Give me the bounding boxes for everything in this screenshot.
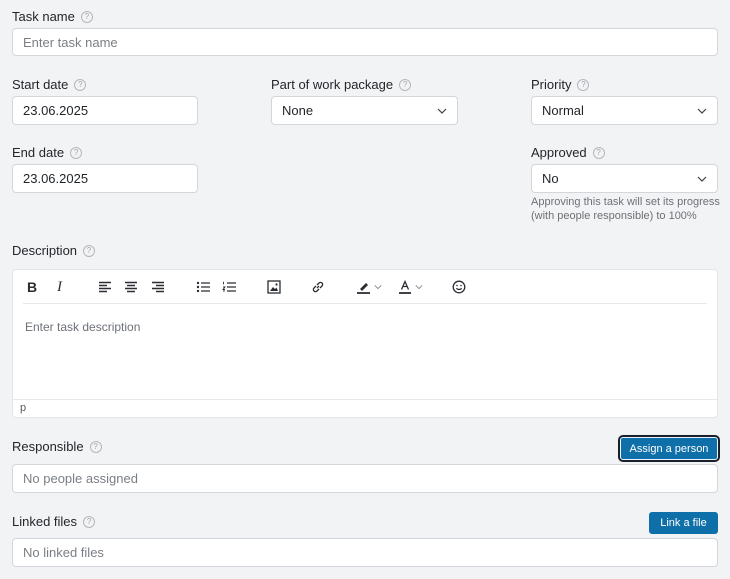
linked-files-value: No linked files	[23, 545, 104, 560]
description-label: Description ?	[12, 243, 96, 258]
italic-button[interactable]: I	[57, 278, 62, 296]
priority-label: Priority ?	[531, 77, 590, 92]
element-path[interactable]: p	[20, 402, 26, 414]
priority-select[interactable]: Normal	[531, 96, 718, 125]
chevron-down-icon	[374, 285, 382, 290]
numbered-list-icon	[221, 281, 236, 292]
align-left-button[interactable]	[97, 278, 113, 296]
approved-note-line: Approving this task will set its progres…	[531, 196, 720, 208]
linked-files-label-text: Linked files	[12, 514, 78, 529]
end-date-value: 23.06.2025	[23, 171, 89, 186]
responsible-label: Responsible ?	[12, 439, 102, 454]
align-right-icon	[152, 281, 164, 293]
start-date-label: Start date ?	[12, 77, 87, 92]
align-right-button[interactable]	[150, 278, 166, 296]
align-center-icon	[125, 281, 137, 293]
task-name-label: Task name ?	[12, 9, 93, 24]
responsible-value: No people assigned	[23, 471, 138, 486]
bullet-list-button[interactable]	[195, 278, 211, 296]
chevron-down-icon	[697, 108, 707, 114]
help-icon[interactable]: ?	[83, 244, 96, 257]
font-color-button[interactable]	[395, 278, 425, 296]
linked-files-field: No linked files	[12, 538, 718, 567]
start-date-label-text: Start date	[12, 77, 69, 92]
emoji-button[interactable]	[451, 278, 467, 296]
align-center-button[interactable]	[123, 278, 139, 296]
task-name-label-text: Task name	[12, 9, 75, 24]
priority-value: Normal	[542, 103, 584, 118]
help-icon[interactable]: ?	[577, 78, 590, 91]
insert-link-button[interactable]	[310, 278, 326, 296]
task-name-placeholder: Enter task name	[23, 34, 118, 50]
approved-value: No	[542, 171, 559, 186]
font-color-icon	[398, 280, 411, 294]
responsible-field: No people assigned	[12, 464, 718, 493]
help-icon[interactable]: ?	[83, 515, 96, 528]
approved-note: Approving this task will set its progres…	[531, 195, 720, 223]
end-date-input[interactable]: 23.06.2025	[12, 164, 198, 193]
help-icon[interactable]: ?	[399, 78, 412, 91]
approved-label-text: Approved	[531, 145, 587, 160]
highlight-color-button[interactable]	[354, 278, 384, 296]
chevron-down-icon	[437, 108, 447, 114]
help-icon[interactable]: ?	[74, 78, 87, 91]
approved-select[interactable]: No	[531, 164, 718, 193]
responsible-label-text: Responsible	[12, 439, 84, 454]
work-package-label: Part of work package ?	[271, 77, 412, 92]
description-editor[interactable]: B I Enter task description p	[12, 269, 718, 418]
emoji-icon	[452, 280, 466, 294]
chevron-down-icon	[697, 176, 707, 182]
work-package-label-text: Part of work package	[271, 77, 394, 92]
work-package-value: None	[282, 103, 314, 118]
toolbar-divider	[23, 303, 707, 304]
help-icon[interactable]: ?	[89, 440, 102, 453]
task-name-input[interactable]: Enter task name	[12, 28, 718, 56]
priority-label-text: Priority	[531, 77, 572, 92]
description-placeholder: Enter task description	[25, 320, 141, 334]
chevron-down-icon	[414, 285, 423, 290]
end-date-label: End date ?	[12, 145, 83, 160]
insert-image-button[interactable]	[266, 278, 282, 296]
align-left-icon	[99, 281, 111, 293]
work-package-select[interactable]: None	[271, 96, 458, 125]
link-file-button[interactable]: Link a file	[649, 512, 718, 534]
highlighter-icon	[357, 283, 370, 294]
help-icon[interactable]: ?	[70, 146, 83, 159]
bullet-list-icon	[196, 281, 210, 293]
approved-note-line: (with people responsible) to 100%	[531, 210, 697, 222]
end-date-label-text: End date	[12, 145, 65, 160]
description-label-text: Description	[12, 243, 78, 258]
approved-label: Approved ?	[531, 145, 605, 160]
bold-button[interactable]: B	[27, 278, 37, 296]
image-icon	[267, 280, 281, 294]
help-icon[interactable]: ?	[592, 146, 605, 159]
start-date-value: 23.06.2025	[23, 103, 89, 118]
help-icon[interactable]: ?	[80, 10, 93, 23]
numbered-list-button[interactable]	[221, 278, 237, 296]
start-date-input[interactable]: 23.06.2025	[12, 96, 198, 125]
linked-files-label: Linked files ?	[12, 514, 96, 529]
editor-statusbar: p	[13, 399, 717, 417]
assign-person-button[interactable]: Assign a person	[618, 435, 720, 462]
link-icon	[312, 281, 324, 293]
